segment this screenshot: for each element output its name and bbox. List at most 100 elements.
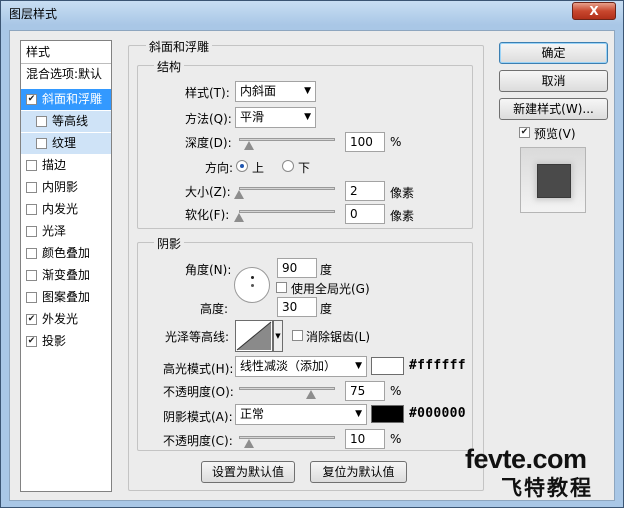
size-unit: 像素 — [390, 186, 415, 200]
technique-select[interactable]: 平滑 ▼ — [235, 107, 316, 128]
sidebar-item-label: 纹理 — [52, 136, 77, 150]
blend-options-item[interactable]: 混合选项:默认 — [21, 64, 111, 85]
checkbox-icon[interactable] — [26, 292, 37, 303]
chevron-down-icon: ▼ — [355, 361, 362, 371]
direction-down-radio[interactable] — [282, 160, 294, 172]
angle-input[interactable]: 90 — [277, 258, 317, 278]
size-slider[interactable] — [239, 187, 335, 190]
chevron-down-icon: ▼ — [304, 86, 311, 96]
soften-slider-thumb[interactable] — [234, 213, 244, 222]
highlight-opacity-label: 不透明度(O): — [163, 385, 234, 399]
highlight-opacity-input[interactable]: 75 — [345, 381, 385, 401]
antialias-checkbox[interactable] — [292, 330, 303, 341]
highlight-mode-select[interactable]: 线性减淡（添加） ▼ — [235, 356, 367, 377]
sidebar-item-drop-shadow[interactable]: ✔ 投影 — [21, 331, 111, 352]
direction-label: 方向: — [205, 161, 234, 175]
sidebar-item-label: 投影 — [42, 334, 67, 348]
shadow-color-swatch[interactable] — [371, 405, 404, 423]
make-default-button[interactable]: 设置为默认值 — [201, 461, 295, 483]
sidebar-item-gradient-overlay[interactable]: 渐变叠加 — [21, 265, 111, 286]
sidebar-item-pattern-overlay[interactable]: 图案叠加 — [21, 287, 111, 308]
depth-input[interactable]: 100 — [345, 132, 385, 152]
sidebar-item-bevel[interactable]: ✔ 斜面和浮雕 — [21, 89, 111, 110]
cancel-button[interactable]: 取消 — [499, 70, 608, 92]
sidebar-item-label: 等高线 — [52, 114, 89, 128]
checkbox-icon[interactable]: ✔ — [26, 314, 37, 325]
technique-select-value: 平滑 — [240, 110, 265, 124]
window-title: 图层样式 — [9, 7, 58, 21]
shadow-opacity-input[interactable]: 10 — [345, 429, 385, 449]
sidebar-item-label: 渐变叠加 — [42, 268, 91, 282]
sidebar-item-label: 光泽 — [42, 224, 67, 238]
preview-checkbox[interactable]: ✔ — [519, 127, 530, 138]
depth-label: 深度(D): — [185, 136, 232, 150]
global-light-checkbox[interactable] — [276, 282, 287, 293]
direction-down-label: 下 — [298, 161, 311, 175]
shadow-opacity-thumb[interactable] — [243, 439, 254, 448]
highlight-opacity-thumb[interactable] — [306, 390, 316, 399]
sidebar-item-label: 颜色叠加 — [42, 246, 91, 260]
angle-label: 角度(N): — [185, 263, 232, 277]
highlight-opacity-slider[interactable] — [239, 387, 335, 390]
soften-slider[interactable] — [239, 210, 335, 213]
direction-up-radio[interactable] — [236, 160, 248, 172]
sidebar-item-color-overlay[interactable]: 颜色叠加 — [21, 243, 111, 264]
preview-thumbnail — [520, 147, 586, 213]
altitude-input[interactable]: 30 — [277, 297, 317, 317]
depth-slider-thumb[interactable] — [243, 141, 254, 150]
watermark-logo: fevte.com — [465, 444, 587, 474]
checkbox-icon[interactable] — [36, 116, 47, 127]
angle-dial-pointer — [251, 276, 254, 279]
shadow-mode-value: 正常 — [240, 407, 265, 421]
checkbox-icon[interactable] — [26, 160, 37, 171]
checkbox-icon[interactable] — [26, 248, 37, 259]
close-button[interactable]: X — [572, 2, 616, 20]
sidebar-item-outer-glow[interactable]: ✔ 外发光 — [21, 309, 111, 330]
bevel-emboss-title: 斜面和浮雕 — [146, 38, 213, 55]
chevron-down-icon: ▼ — [275, 332, 281, 340]
sidebar-item-label: 图案叠加 — [42, 290, 91, 304]
checkbox-icon[interactable]: ✔ — [26, 336, 37, 347]
angle-dial[interactable] — [234, 267, 270, 303]
sidebar-item-texture[interactable]: 纹理 — [21, 133, 111, 154]
new-style-button[interactable]: 新建样式(W)... — [499, 98, 608, 120]
technique-label: 方法(Q): — [185, 112, 232, 126]
checkbox-icon[interactable] — [26, 226, 37, 237]
gloss-contour-label: 光泽等高线: — [165, 330, 230, 344]
style-select[interactable]: 内斜面 ▼ — [235, 81, 316, 102]
gloss-contour-icon — [236, 321, 272, 351]
sidebar-item-inner-glow[interactable]: 内发光 — [21, 199, 111, 220]
style-select-value: 内斜面 — [240, 84, 277, 98]
checkbox-icon[interactable] — [26, 270, 37, 281]
sidebar-item-stroke[interactable]: 描边 — [21, 155, 111, 176]
highlight-mode-label: 高光模式(H): — [163, 362, 234, 376]
ok-button[interactable]: 确定 — [499, 42, 608, 64]
size-slider-thumb[interactable] — [234, 190, 244, 199]
altitude-label: 高度: — [200, 302, 229, 316]
shadow-color-hex: #000000 — [409, 406, 466, 421]
sidebar-item-inner-shadow[interactable]: 内阴影 — [21, 177, 111, 198]
gloss-contour-dropdown[interactable]: ▼ — [273, 320, 283, 352]
size-input[interactable]: 2 — [345, 181, 385, 201]
checkbox-icon[interactable]: ✔ — [26, 94, 37, 105]
styles-header[interactable]: 样式 — [21, 42, 111, 63]
sidebar-item-label: 外发光 — [42, 312, 79, 326]
chevron-down-icon: ▼ — [304, 112, 311, 122]
gloss-contour-picker[interactable] — [235, 320, 273, 352]
preview-label: 预览(V) — [534, 127, 576, 141]
sidebar-item-contour[interactable]: 等高线 — [21, 111, 111, 132]
angle-dial-center — [251, 284, 254, 287]
checkbox-icon[interactable] — [26, 204, 37, 215]
title-bar[interactable]: 图层样式 X — [1, 1, 623, 25]
reset-default-button[interactable]: 复位为默认值 — [310, 461, 407, 483]
antialias-label: 消除锯齿(L) — [306, 330, 371, 344]
soften-input[interactable]: 0 — [345, 204, 385, 224]
shadow-mode-select[interactable]: 正常 ▼ — [235, 404, 367, 425]
highlight-color-swatch[interactable] — [371, 357, 404, 375]
highlight-opacity-unit: % — [390, 384, 402, 398]
checkbox-icon[interactable] — [36, 138, 47, 149]
checkbox-icon[interactable] — [26, 182, 37, 193]
depth-unit: % — [390, 135, 402, 149]
preview-swatch — [537, 164, 571, 198]
sidebar-item-satin[interactable]: 光泽 — [21, 221, 111, 242]
